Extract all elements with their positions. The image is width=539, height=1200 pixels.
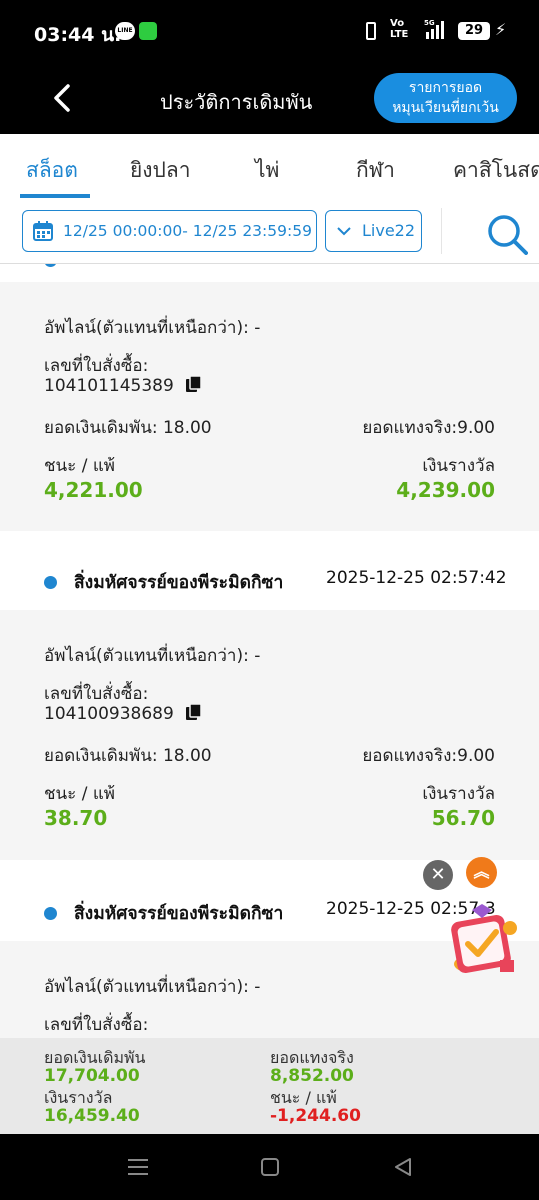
copy-icon[interactable] bbox=[185, 375, 203, 393]
home-icon[interactable] bbox=[261, 1158, 279, 1176]
back-nav-icon[interactable] bbox=[394, 1158, 412, 1176]
summary-valid-value: 8,852.00 bbox=[270, 1066, 354, 1086]
order-id: 104101145389 bbox=[44, 375, 203, 396]
date-range-text: 12/25 00:00:00- 12/25 23:59:59 bbox=[63, 222, 312, 240]
order-no-label: เลขที่ใบสั่งซื้อ: bbox=[44, 1015, 149, 1035]
summary-winloss-value: -1,244.60 bbox=[270, 1106, 361, 1126]
signal-5g-label: 5G bbox=[424, 19, 435, 27]
record-header: สิ่งมหัศจรรย์ของพีระมิดกิซา 2025-12-25 0… bbox=[0, 532, 539, 610]
filter-bar: 12/25 00:00:00- 12/25 23:59:59 Live22 bbox=[0, 198, 539, 264]
turnover-label-line2: หมุนเวียนที่ยกเว้น bbox=[392, 100, 499, 116]
valid-bet: ยอดแทงจริง:9.00 bbox=[362, 746, 495, 766]
prize-label: เงินรางวัล bbox=[422, 456, 495, 476]
game-provider-value: Live22 bbox=[362, 221, 416, 240]
summary-bet-value: 17,704.00 bbox=[44, 1066, 140, 1086]
system-nav-bar bbox=[0, 1134, 539, 1200]
order-id: 104100938689 bbox=[44, 703, 203, 724]
message-app-icon bbox=[139, 22, 157, 40]
summary-prize-value: 16,459.40 bbox=[44, 1106, 140, 1126]
page-title: ประวัติการเดิมพัน bbox=[160, 90, 313, 114]
excluded-turnover-button[interactable]: รายการยอด หมุนเวียนที่ยกเว้น bbox=[374, 73, 517, 123]
status-bar: 03:44 น. LINE Vo LTE 5G 29 ⚡ bbox=[0, 0, 539, 64]
record-card[interactable]: อัพไลน์(ตัวแทนที่เหนือกว่า): - เลขที่ใบส… bbox=[0, 610, 539, 860]
record-header bbox=[0, 264, 539, 282]
bet-amount: ยอดเงินเดิมพัน: 18.00 bbox=[44, 746, 212, 766]
record-datetime: 2025-12-25 02:57:42 bbox=[326, 568, 507, 588]
app-header: ประวัติการเดิมพัน รายการยอด หมุนเวียนที่… bbox=[0, 64, 539, 134]
tab-slot[interactable]: สล็อต bbox=[26, 154, 78, 187]
search-icon[interactable] bbox=[486, 213, 528, 255]
copy-icon[interactable] bbox=[185, 703, 203, 721]
tab-fishing[interactable]: ยิงปลา bbox=[130, 154, 191, 187]
upline-label: อัพไลน์(ตัวแทนที่เหนือกว่า): - bbox=[44, 646, 261, 666]
promo-gift-icon[interactable] bbox=[446, 900, 522, 980]
upline-label: อัพไลน์(ตัวแทนที่เหนือกว่า): - bbox=[44, 318, 261, 338]
tab-live-casino[interactable]: คาสิโนสด bbox=[453, 154, 539, 187]
game-name: สิ่งมหัศจรรย์ของพีระมิดกิซา bbox=[74, 904, 284, 924]
prize-label: เงินรางวัล bbox=[422, 784, 495, 804]
game-name: สิ่งมหัศจรรย์ของพีระมิดกิซา bbox=[74, 573, 284, 593]
game-provider-select[interactable]: Live22 bbox=[325, 210, 422, 252]
turnover-label-line1: รายการยอด bbox=[408, 80, 483, 96]
close-promo-button[interactable]: ✕ bbox=[423, 860, 453, 890]
order-id-value: 104100938689 bbox=[44, 704, 174, 724]
recents-icon[interactable] bbox=[128, 1158, 148, 1176]
calendar-icon bbox=[33, 221, 53, 241]
win-loss-label: ชนะ / แพ้ bbox=[44, 456, 115, 476]
bet-amount: ยอดเงินเดิมพัน: 18.00 bbox=[44, 418, 212, 438]
category-tabs: สล็อต ยิงปลา ไพ่ กีฬา คาสิโนสด bbox=[0, 134, 539, 198]
order-id-value: 104101145389 bbox=[44, 376, 174, 396]
volte-indicator: Vo LTE bbox=[390, 18, 409, 40]
chevron-down-icon bbox=[337, 227, 351, 236]
battery-icon: 29 bbox=[458, 22, 490, 40]
tab-cards[interactable]: ไพ่ bbox=[255, 154, 279, 187]
valid-bet: ยอดแทงจริง:9.00 bbox=[362, 418, 495, 438]
win-loss-label: ชนะ / แพ้ bbox=[44, 784, 115, 804]
record-card[interactable]: อัพไลน์(ตัวแทนที่เหนือกว่า): - เลขที่ใบส… bbox=[0, 282, 539, 531]
scroll-to-top-button[interactable]: ︽ bbox=[466, 857, 497, 888]
line-app-icon: LINE bbox=[115, 22, 135, 40]
charging-icon: ⚡ bbox=[495, 20, 507, 39]
win-loss-value: 4,221.00 bbox=[44, 478, 143, 502]
upline-label: อัพไลน์(ตัวแทนที่เหนือกว่า): - bbox=[44, 977, 261, 997]
record-status-dot bbox=[44, 907, 57, 920]
tab-sports[interactable]: กีฬา bbox=[356, 154, 395, 187]
record-status-dot bbox=[44, 264, 57, 267]
signal-icon: 5G bbox=[424, 19, 444, 39]
back-button[interactable] bbox=[46, 80, 82, 116]
vibrate-icon bbox=[366, 22, 376, 40]
prize-value: 4,239.00 bbox=[396, 478, 495, 502]
date-range-picker[interactable]: 12/25 00:00:00- 12/25 23:59:59 bbox=[22, 210, 317, 252]
filter-divider bbox=[441, 208, 442, 254]
prize-value: 56.70 bbox=[431, 806, 495, 830]
status-time: 03:44 น. bbox=[34, 24, 122, 46]
summary-bar: ยอดเงินเดิมพัน 17,704.00 ยอดแทงจริง 8,85… bbox=[0, 1038, 539, 1134]
win-loss-value: 38.70 bbox=[44, 806, 108, 830]
record-status-dot bbox=[44, 576, 57, 589]
